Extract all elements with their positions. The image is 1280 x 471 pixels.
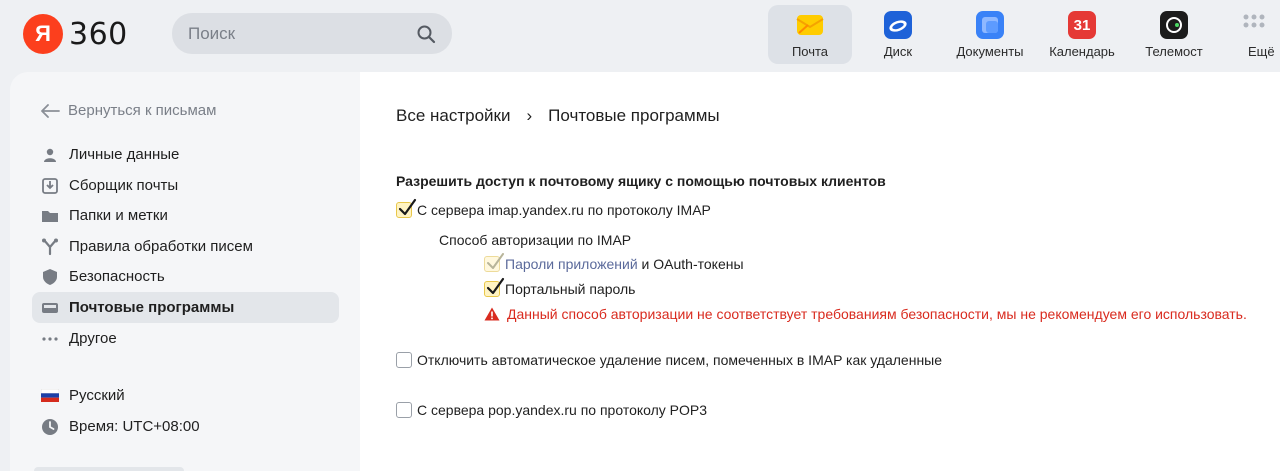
checkmark-icon xyxy=(398,198,417,216)
app-label: Документы xyxy=(956,44,1024,59)
app-passwords-checkbox[interactable] xyxy=(484,253,504,272)
sidebar-item-label: Другое xyxy=(69,330,117,347)
language-selector[interactable]: Русский xyxy=(32,380,339,411)
calendar-badge: 31 xyxy=(1073,16,1091,34)
yandex-360-logo[interactable]: Я 360 xyxy=(23,14,128,54)
person-icon xyxy=(40,145,60,165)
app-more[interactable]: Ещё xyxy=(1220,5,1280,64)
app-label: Почта xyxy=(791,44,829,59)
app-documents[interactable]: Документы xyxy=(944,5,1036,64)
more-dots-icon xyxy=(40,329,60,349)
imap-checkbox[interactable] xyxy=(396,198,417,218)
imap-auth-method-label: Способ авторизации по IMAP xyxy=(439,232,632,248)
sidebar-bottom-panel xyxy=(34,467,184,471)
time-label: Время: UTC+08:00 xyxy=(69,418,200,435)
security-warning: Данный способ авторизации не соответству… xyxy=(484,306,1247,322)
pop3-checkbox[interactable] xyxy=(396,402,412,418)
disable-autodelete-label: Отключить автоматическое удаление писем,… xyxy=(417,352,943,368)
checkmark-icon xyxy=(487,253,504,269)
arrow-left-icon xyxy=(41,103,60,118)
folder-icon xyxy=(40,206,60,226)
app-passwords-option[interactable]: Пароли приложений и OAuth-токены xyxy=(484,253,744,272)
clock-icon xyxy=(40,417,60,437)
telemost-icon xyxy=(1160,11,1188,39)
breadcrumb-separator: › xyxy=(526,106,533,125)
portal-password-label: Портальный пароль xyxy=(505,281,636,297)
settings-content: Все настройки › Почтовые программы Разре… xyxy=(360,72,1280,471)
app-mail[interactable]: Почта xyxy=(768,5,852,64)
app-label: Ещё xyxy=(1248,44,1275,59)
sidebar-item-label: Почтовые программы xyxy=(69,299,235,316)
top-bar: Я 360 Поиск Почта Диск Документы 31 Кале… xyxy=(0,0,1280,72)
sidebar-item-folders[interactable]: Папки и метки xyxy=(32,200,339,231)
sidebar-item-label: Сборщик почты xyxy=(69,177,179,194)
search-input[interactable]: Поиск xyxy=(172,13,452,54)
warning-icon xyxy=(484,307,500,321)
russian-flag-icon xyxy=(40,386,60,406)
checkmark-icon xyxy=(486,277,505,295)
settings-sidebar: Вернуться к письмам Личные данные Сборщи… xyxy=(10,72,360,471)
sidebar-item-label: Папки и метки xyxy=(69,207,168,224)
timezone-selector[interactable]: Время: UTC+08:00 xyxy=(32,411,339,442)
section-title: Разрешить доступ к почтовому ящику с пом… xyxy=(396,173,886,189)
app-telemost[interactable]: Телемост xyxy=(1128,5,1220,64)
pop3-label: С сервера pop.yandex.ru по протоколу POP… xyxy=(417,402,708,418)
apps-bar: Почта Диск Документы 31 Календарь Телемо… xyxy=(768,5,1280,65)
app-disk[interactable]: Диск xyxy=(852,5,944,64)
breadcrumb-all-settings[interactable]: Все настройки xyxy=(396,106,510,126)
logo-360: 360 xyxy=(69,16,128,52)
language-label: Русский xyxy=(69,387,125,404)
sidebar-item-label: Правила обработки писем xyxy=(69,238,253,255)
mail-programs-icon xyxy=(40,298,60,318)
portal-password-checkbox[interactable] xyxy=(484,277,505,297)
page-title: Почтовые программы xyxy=(548,106,720,125)
imap-label: С сервера imap.yandex.ru по протоколу IM… xyxy=(417,202,711,218)
back-label: Вернуться к письмам xyxy=(68,102,217,119)
imap-option[interactable]: С сервера imap.yandex.ru по протоколу IM… xyxy=(396,198,711,218)
sidebar-item-label: Личные данные xyxy=(69,146,180,163)
logo-ya: Я xyxy=(23,14,63,54)
portal-password-option[interactable]: Портальный пароль xyxy=(484,277,636,297)
sidebar-item-security[interactable]: Безопасность xyxy=(32,261,339,292)
app-passwords-link[interactable]: Пароли приложений xyxy=(505,256,638,272)
search-icon[interactable] xyxy=(416,24,436,44)
app-label: Календарь xyxy=(1049,44,1115,59)
search-placeholder: Поиск xyxy=(188,23,236,43)
disable-autodelete-option[interactable]: Отключить автоматическое удаление писем,… xyxy=(396,352,942,368)
sidebar-item-mail-programs[interactable]: Почтовые программы xyxy=(32,292,339,323)
oauth-tokens-label: и OAuth-токены xyxy=(637,256,744,272)
documents-icon xyxy=(976,11,1004,39)
rules-icon xyxy=(40,237,60,257)
sidebar-item-label: Безопасность xyxy=(69,268,165,285)
sidebar-item-other[interactable]: Другое xyxy=(32,323,339,354)
pop3-option[interactable]: С сервера pop.yandex.ru по протоколу POP… xyxy=(396,402,707,418)
sidebar-item-personal-data[interactable]: Личные данные xyxy=(32,139,339,170)
app-calendar[interactable]: 31 Календарь xyxy=(1036,5,1128,64)
sidebar-item-mail-collector[interactable]: Сборщик почты xyxy=(32,170,339,201)
disable-autodelete-checkbox[interactable] xyxy=(396,352,412,368)
calendar-icon: 31 xyxy=(1068,11,1096,39)
warning-text: Данный способ авторизации не соответству… xyxy=(507,306,1247,322)
shield-icon xyxy=(40,267,60,287)
app-label: Телемост xyxy=(1145,44,1203,59)
collector-icon xyxy=(40,176,60,196)
back-to-inbox-link[interactable]: Вернуться к письмам xyxy=(40,102,216,119)
app-label: Диск xyxy=(883,44,913,59)
breadcrumb: Все настройки › Почтовые программы xyxy=(396,106,720,126)
mail-icon xyxy=(796,11,824,39)
sidebar-item-rules[interactable]: Правила обработки писем xyxy=(32,231,339,262)
more-icon xyxy=(1240,11,1268,39)
disk-icon xyxy=(884,11,912,39)
